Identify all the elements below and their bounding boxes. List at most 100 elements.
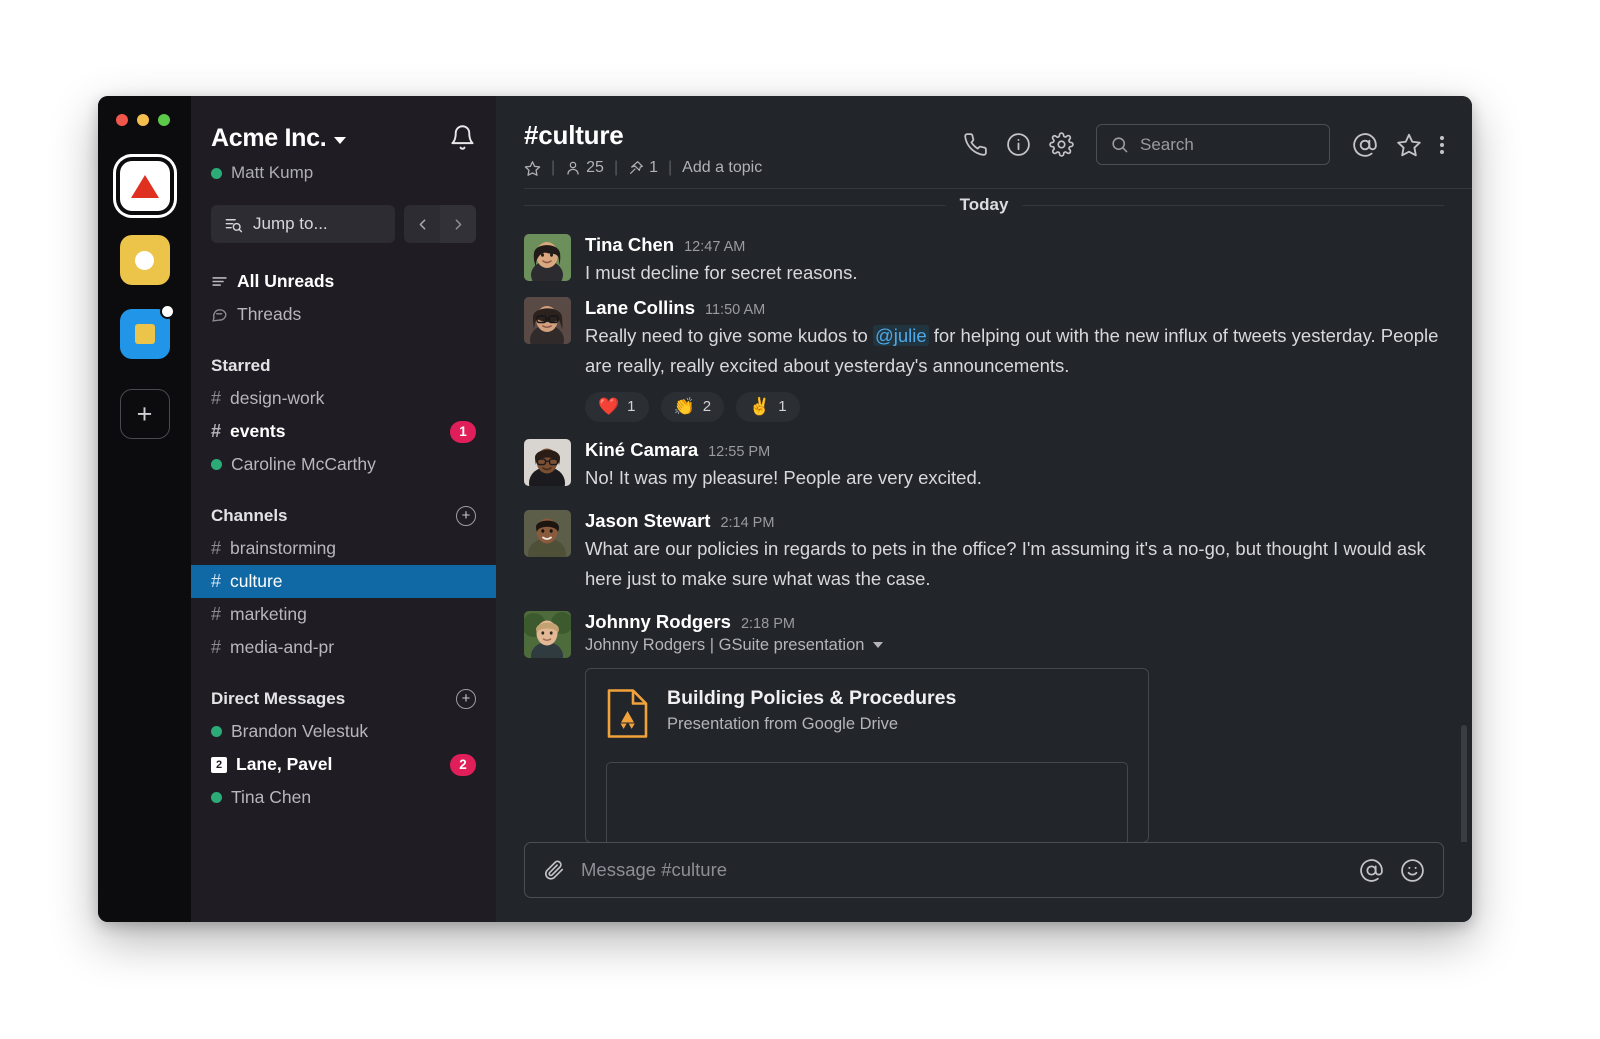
star-channel-button[interactable] [524,160,541,177]
sidebar-item-label: marketing [230,604,307,624]
avatar[interactable] [524,509,571,557]
heart-icon: ❤️ [598,397,620,417]
sidebar-item-lane-pavel[interactable]: 2 Lane, Pavel 2 [191,748,496,781]
emoji-icon [1401,858,1424,882]
avatar[interactable] [524,438,571,486]
channel-info-button[interactable] [1006,132,1031,157]
message-list-scrollbar[interactable] [1461,725,1467,842]
sidebar-item-caroline-mccarthy[interactable]: Caroline McCarthy [191,448,496,481]
pin-count-label: 1 [649,159,659,176]
chevron-down-icon[interactable] [873,642,884,649]
sidebar-item-events[interactable]: # events 1 [191,415,496,448]
sidebar-section-direct-messages[interactable]: Direct Messages + [191,682,496,715]
starred-items-button[interactable] [1396,132,1422,158]
add-channel-button[interactable]: + [456,505,476,526]
hash-icon: # [211,637,222,657]
call-button[interactable] [963,132,988,157]
jason-stewart-avatar-icon [524,509,571,557]
sidebar-item-design-work[interactable]: # design-work [191,382,496,415]
add-workspace-button[interactable]: + [119,389,170,439]
avatar[interactable] [524,610,571,658]
more-options-button[interactable] [1440,135,1444,154]
sidebar-item-brainstorming[interactable]: # brainstorming [191,532,496,565]
avatar[interactable] [524,296,571,344]
user-mention-link[interactable]: @julie [872,324,929,346]
sidebar-section-channels[interactable]: Channels + [191,499,496,532]
message-timestamp: 2:14 PM [720,514,775,531]
current-user-status[interactable]: Matt Kump [211,163,476,183]
red-triangle-logo-icon [130,174,159,198]
avatar[interactable] [524,234,571,281]
minimize-window-button[interactable] [137,114,149,126]
attachment-card[interactable]: Building Policies & Procedures Presentat… [585,667,1149,842]
add-direct-message-button[interactable]: + [456,688,476,709]
header-divider [524,188,1472,189]
sidebar-item-brandon-velestuk[interactable]: Brandon Velestuk [191,715,496,748]
channel-title: #culture [524,120,624,150]
sidebar-item-culture[interactable]: # culture [191,565,496,598]
gear-icon [1049,132,1074,157]
mentions-button[interactable] [1352,132,1378,158]
sidebar-item-all-unreads[interactable]: All Unreads [191,265,496,298]
plus-icon: + [461,690,471,707]
clap-reaction[interactable]: 👏 2 [660,391,725,422]
chevron-left-icon [419,218,425,230]
tina-chen-avatar-icon [524,234,571,281]
message-subline[interactable]: Johnny Rodgers | GSuite presentation [585,636,1444,655]
sidebar-item-marketing[interactable]: # marketing [191,598,496,631]
message-author[interactable]: Lane Collins [585,297,695,319]
attachment-preview[interactable] [606,761,1128,842]
sidebar-item-label: Caroline McCarthy [231,454,376,474]
section-title: Channels [211,505,288,525]
message-author[interactable]: Johnny Rodgers [585,611,731,633]
member-count-button[interactable]: 25 [565,159,604,177]
workspace-switcher-acme[interactable] [119,161,170,211]
search-input[interactable]: Search [1096,124,1330,165]
heart-reaction[interactable]: ❤️ 1 [585,391,649,422]
workspace-name-label: Acme Inc. [211,124,327,152]
composer-actions [1359,858,1425,883]
hash-icon: # [211,604,222,624]
message-timestamp: 12:47 AM [684,239,746,255]
johnny-rodgers-avatar-icon [524,610,571,658]
message-composer[interactable]: Message #culture [524,842,1444,898]
meta-divider: | [668,159,673,176]
sidebar-item-label: All Unreads [237,271,335,291]
message-author[interactable]: Kiné Camara [585,439,698,461]
attachment-title[interactable]: Building Policies & Procedures [667,687,956,710]
sidebar-item-media-and-pr[interactable]: # media-and-pr [191,631,496,664]
workspace-switcher-blue[interactable] [119,304,175,359]
google-drive-icon [606,687,649,745]
attach-file-button[interactable] [543,859,565,881]
sidebar-section-starred[interactable]: Starred [191,349,496,382]
close-window-button[interactable] [116,114,128,126]
add-topic-button[interactable]: Add a topic [682,159,762,177]
message-author[interactable]: Jason Stewart [585,510,710,532]
date-divider: Today [496,191,1472,219]
chevron-down-icon [334,137,347,144]
threads-icon [212,309,227,322]
meta-divider: | [551,159,556,176]
message-input[interactable]: Message #culture [581,859,1343,881]
channel-settings-button[interactable] [1049,132,1074,157]
google-drive-file-icon [607,689,648,738]
pinned-items-button[interactable]: 1 [628,159,658,177]
message-text: No! It was my pleasure! People are very … [585,466,982,488]
emoji-button[interactable] [1400,858,1425,883]
workspace-name-button[interactable]: Acme Inc. [211,124,347,153]
nav-back-button[interactable] [404,205,440,243]
workspace-switcher-yellow[interactable] [119,235,170,285]
star-icon [1397,133,1421,156]
message-author[interactable]: Tina Chen [585,234,674,256]
sidebar-item-tina-chen[interactable]: Tina Chen [191,781,496,814]
sidebar-item-threads[interactable]: Threads [191,298,496,331]
notifications-bell-button[interactable] [449,124,476,156]
sidebar-item-label: design-work [230,388,325,408]
message-item: Jason Stewart 2:14 PM What are our polic… [524,493,1444,594]
jump-to-button[interactable]: Jump to... [211,205,395,243]
mention-button[interactable] [1359,858,1384,883]
victory-hand-reaction[interactable]: ✌️ 1 [736,391,800,422]
screenshot-root: + Acme Inc. Matt Kump Jump to... All Unr… [0,0,1600,1039]
nav-forward-button[interactable] [440,205,476,243]
zoom-window-button[interactable] [158,114,170,126]
